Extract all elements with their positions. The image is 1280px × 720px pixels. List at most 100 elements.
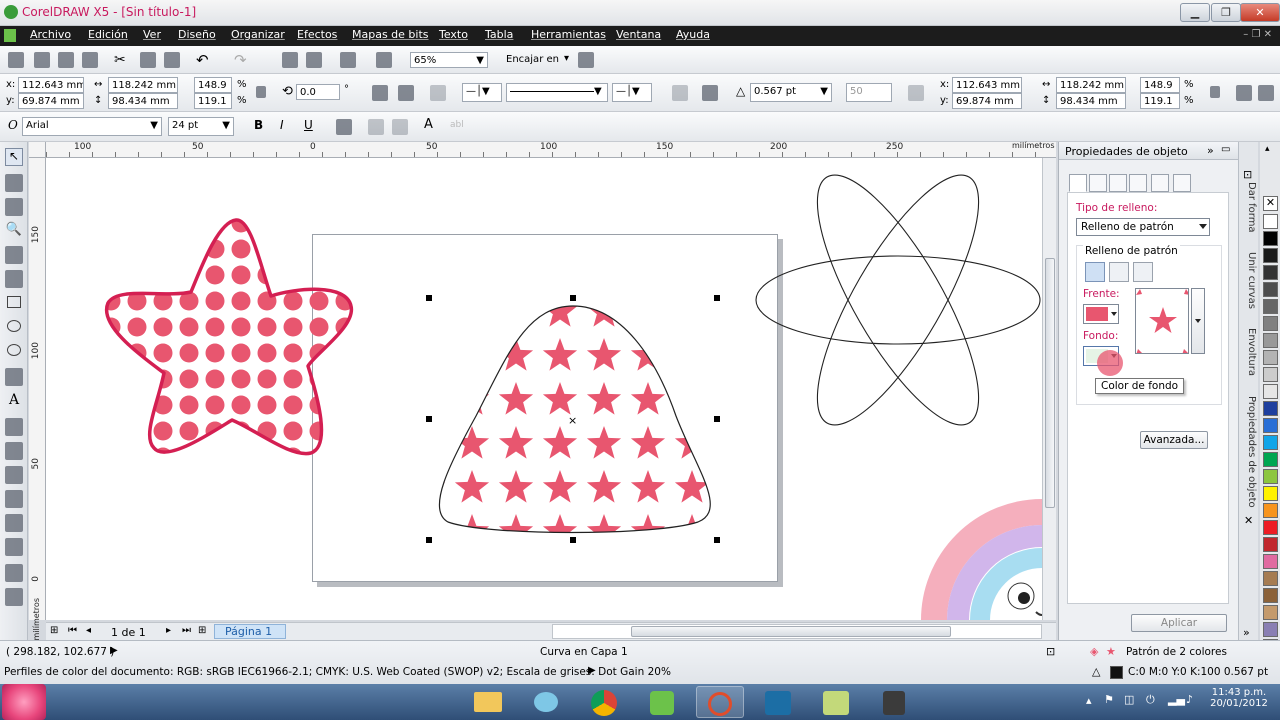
text-tool-icon[interactable]: A [5,392,23,410]
palette-swatch[interactable] [1263,231,1278,246]
apply-button[interactable]: Aplicar [1131,614,1227,632]
taskbar-network[interactable] [522,686,570,718]
lock-ratio2-icon[interactable] [1210,86,1220,98]
tray-network-icon[interactable]: ◫ [1124,693,1134,706]
menu-organizar[interactable]: Organizar [231,28,285,41]
import-icon[interactable] [282,52,298,68]
table-tool-icon[interactable] [5,418,23,436]
taskbar-chrome[interactable] [580,686,628,718]
zoom-tool-icon[interactable]: 🔍 [5,222,23,240]
no-color-swatch[interactable]: ✕ [1263,196,1278,211]
outline-tool-icon[interactable] [5,538,23,556]
rectangle-tool-icon[interactable] [7,296,21,308]
font-family-select[interactable]: Arial ▼ [22,117,162,136]
menu-texto[interactable]: Texto [439,28,468,41]
ellipse-tool-icon[interactable] [7,320,21,332]
outline-status-icon[interactable]: △ [1092,665,1100,678]
tray-flag-icon[interactable]: ⚑ [1104,693,1114,706]
text-wrap-icon[interactable] [702,85,718,101]
palette-swatch[interactable] [1263,605,1278,620]
blend-tool-icon[interactable] [5,490,23,508]
tray-signal-icon[interactable]: ▂▄ [1168,693,1185,706]
doc-window-buttons[interactable]: – ❐ ✕ [1243,29,1272,40]
side-tab-dar-forma[interactable]: Dar forma [1241,182,1257,242]
pattern-preview[interactable] [1135,288,1189,354]
height-field[interactable]: 98.434 mm [108,93,178,109]
internet-tab-icon[interactable] [1151,174,1169,192]
horizontal-scroll-thumb[interactable] [631,626,951,637]
application-launcher-icon[interactable] [340,52,356,68]
palette-swatch[interactable] [1263,418,1278,433]
side-tab-envoltura[interactable]: Envoltura [1241,328,1257,388]
text-align-icon[interactable] [336,119,352,135]
palette-swatch[interactable] [1263,282,1278,297]
rotation-angle-field[interactable]: 0.0 [296,84,340,100]
smart-fill-tool-icon[interactable] [5,270,23,288]
menu-ventana[interactable]: Ventana [616,28,661,41]
rosette-outline-shape[interactable] [755,158,1041,445]
mirror-h2-icon[interactable] [1236,85,1252,101]
vertical-ruler[interactable]: 150 100 50 0 milímetros [29,158,46,641]
palette-swatch[interactable] [1263,486,1278,501]
dimension-tool-icon[interactable] [5,442,23,460]
palette-up-icon[interactable]: ▴ [1265,144,1270,154]
x2-position-field[interactable]: 112.643 mm [952,77,1022,93]
front-color-picker[interactable] [1083,304,1119,324]
docker-close-icon[interactable]: ▭ [1221,144,1230,155]
maximize-button[interactable]: ❐ [1211,3,1241,22]
reduce-nodes-icon[interactable] [908,85,924,101]
fill-tab-icon[interactable] [1069,174,1087,192]
taskbar-explorer[interactable] [464,686,512,718]
ruler-origin[interactable] [29,142,46,158]
height2-field[interactable]: 98.434 mm [1056,93,1126,109]
selection-center-marker[interactable]: × [568,414,577,427]
prev-page-icon[interactable]: ◂ [86,625,91,636]
close-button[interactable]: ✕ [1240,3,1280,22]
palette-swatch[interactable] [1263,384,1278,399]
edit-text-icon[interactable]: abl [450,120,464,130]
horizontal-scrollbar[interactable] [552,624,1042,639]
vertical-scrollbar[interactable] [1042,158,1056,620]
convert-to-curves-icon[interactable] [430,85,446,101]
bitmap-pattern-icon[interactable] [1133,262,1153,282]
side-tab-propiedades[interactable]: Propiedades de objeto [1241,396,1257,518]
tray-volume-icon[interactable]: ♪ [1186,693,1193,706]
add-page-after-icon[interactable]: ⊞ [198,625,206,636]
taskbar-app-dark[interactable] [870,686,918,718]
underline-icon[interactable]: U [304,118,313,132]
welcome-screen-icon[interactable] [376,52,392,68]
cut-icon[interactable]: ✂ [114,52,130,68]
two-color-pattern-icon[interactable] [1085,262,1105,282]
polygon-tool-icon[interactable] [7,344,21,356]
side-tab-expand-icon[interactable]: » [1243,626,1250,639]
font-size-select[interactable]: 24 pt ▼ [168,117,234,136]
fill-type-select[interactable]: Relleno de patrón [1076,218,1210,236]
drop-cap-icon[interactable] [392,119,408,135]
next-page-icon[interactable]: ▸ [166,625,171,636]
palette-swatch[interactable] [1263,503,1278,518]
open-folder-icon[interactable] [34,52,50,68]
options-icon[interactable] [578,52,594,68]
outline-tab-icon[interactable] [1089,174,1107,192]
snap-chevron-down-icon[interactable]: ▾ [564,53,569,64]
menu-efectos[interactable]: Efectos [297,28,337,41]
text-format-icon[interactable]: A [424,117,433,132]
pattern-preview-dropdown[interactable] [1191,288,1205,354]
redo-icon[interactable]: ↷ [234,51,250,69]
palette-swatch[interactable] [1263,520,1278,535]
start-button-avatar[interactable] [2,684,46,720]
width2-field[interactable]: 118.242 mm [1056,77,1126,93]
menu-diseno[interactable]: Diseño [178,28,216,41]
scale-height2-field[interactable]: 119.1 [1140,93,1180,109]
new-document-icon[interactable] [8,52,24,68]
side-tab-close-icon[interactable]: ✕ [1244,514,1253,527]
interactive-fill-tool-icon[interactable] [5,588,23,606]
snap-to-dropdown[interactable]: Encajar en [506,54,559,65]
start-arrowhead-select[interactable]: —│▼ [462,83,502,102]
taskbar-coreldraw[interactable] [638,686,686,718]
palette-swatch[interactable] [1263,401,1278,416]
x-position-field[interactable]: 112.643 mm [18,77,84,93]
taskbar-photoshop[interactable] [754,686,802,718]
menu-herramientas[interactable]: Herramientas [531,28,606,41]
paste-icon[interactable] [164,52,180,68]
